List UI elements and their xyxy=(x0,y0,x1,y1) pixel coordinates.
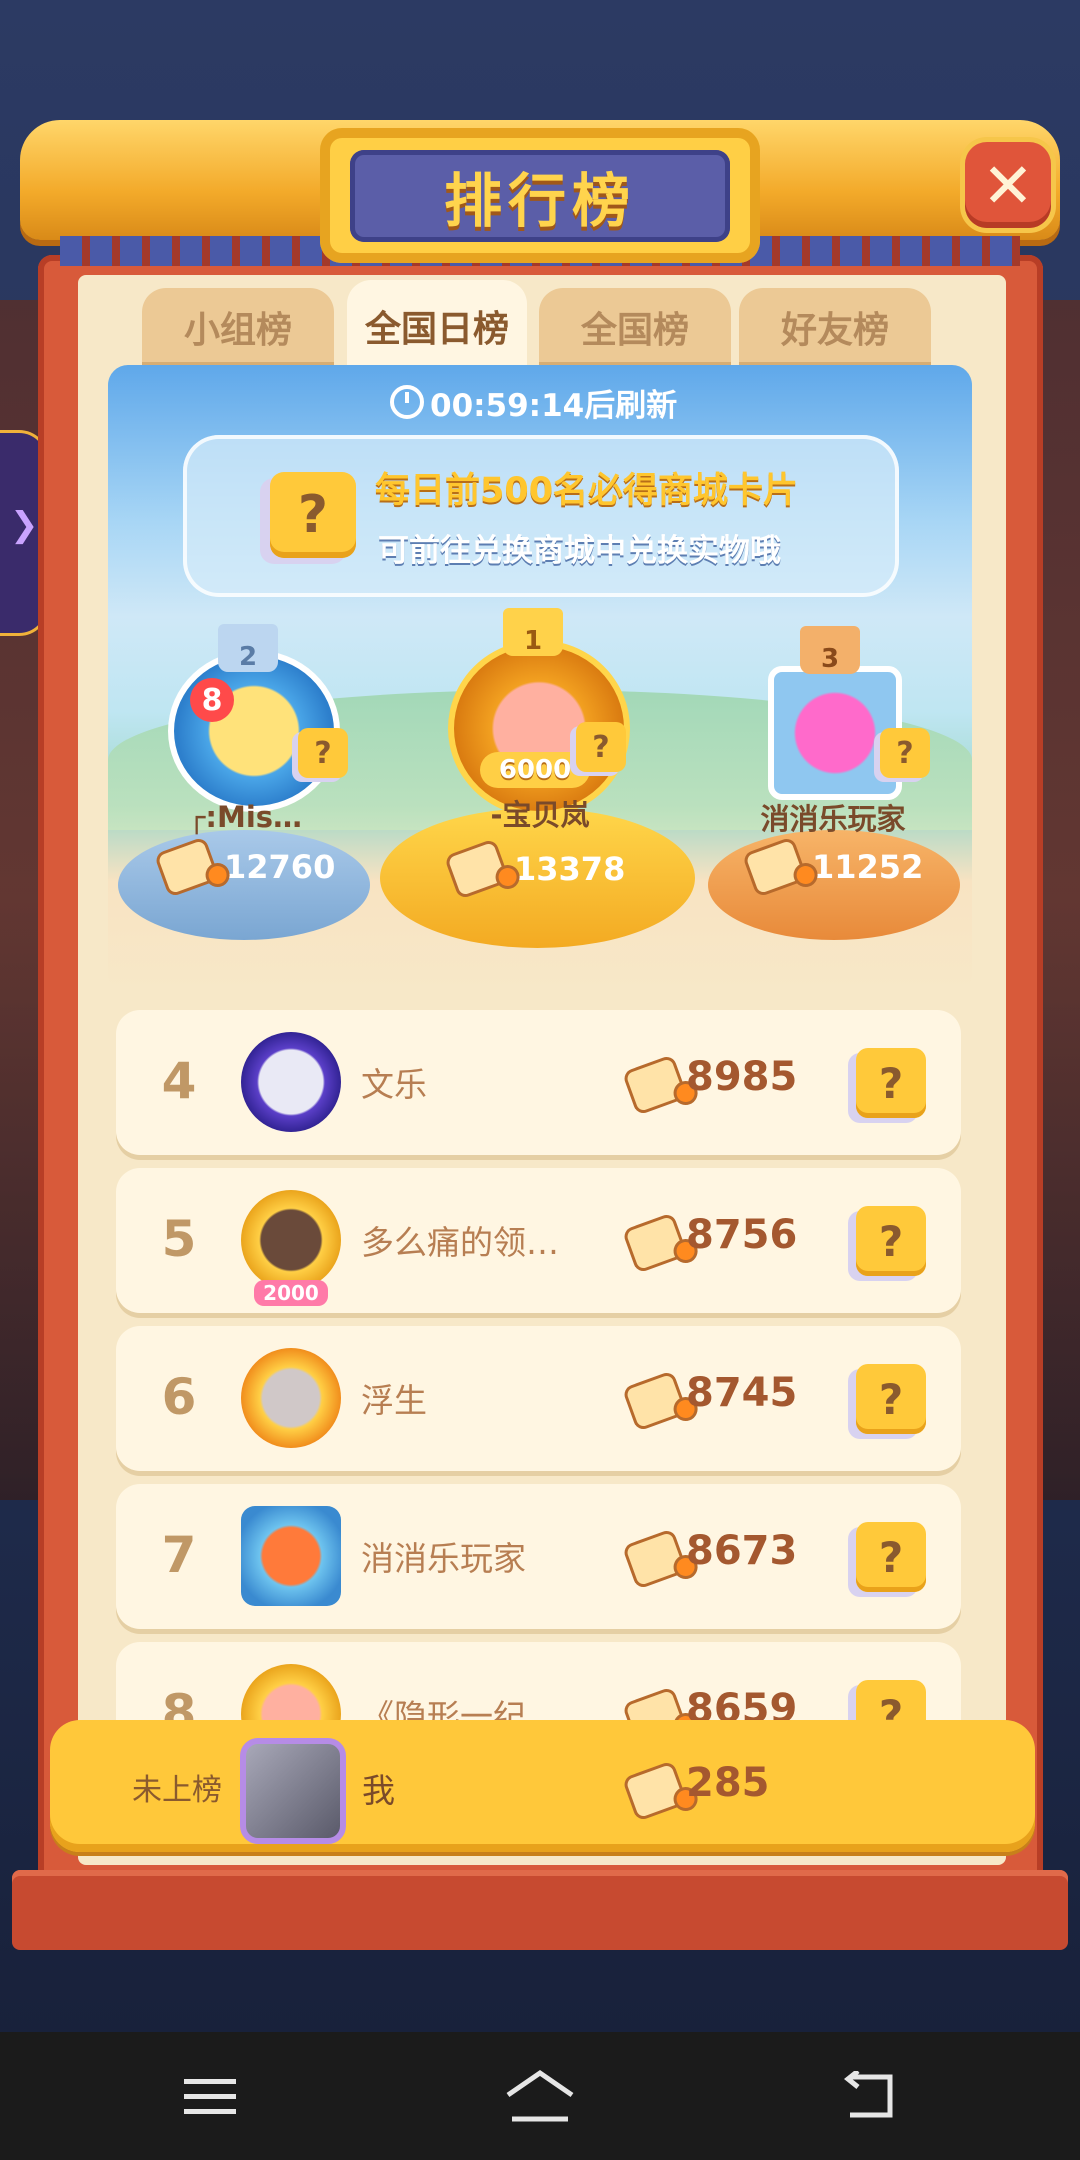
row-rank: 5 xyxy=(161,1210,197,1268)
back-button[interactable] xyxy=(830,2062,910,2132)
refresh-timer: 00:59:14后刷新 xyxy=(390,380,710,424)
my-avatar[interactable] xyxy=(240,1738,346,1844)
rank2-crown: 2 xyxy=(218,624,278,672)
mystery-card-icon: ? xyxy=(270,472,356,558)
my-rank: 未上榜 xyxy=(132,1773,222,1808)
level-badge: 2000 xyxy=(254,1280,328,1306)
list-item[interactable]: 6 浮生 8745 ? xyxy=(116,1326,961,1471)
timer-text: 00:59:14后刷新 xyxy=(430,387,678,424)
tab-group-rank[interactable]: 小组榜 xyxy=(142,288,334,366)
side-arrow-icon[interactable]: ❯ xyxy=(10,505,39,545)
rank3-crown: 3 xyxy=(800,626,860,674)
rank1-crown: 1 xyxy=(503,608,563,656)
score-brush-icon xyxy=(621,1760,689,1822)
back-icon xyxy=(843,2071,893,2118)
tab-national-daily[interactable]: 全国日榜 xyxy=(347,280,527,372)
home-icon xyxy=(506,2069,574,2122)
mystery-card-icon: ? xyxy=(856,1522,926,1592)
row-rank: 6 xyxy=(161,1368,197,1426)
top1-level-badge: 6000 xyxy=(480,752,590,788)
player-name: 消消乐玩家 xyxy=(361,1539,526,1578)
list-item[interactable]: 5 2000 多么痛的领… 8756 ? xyxy=(116,1168,961,1313)
home-button[interactable] xyxy=(500,2062,580,2132)
menu-icon xyxy=(184,2079,236,2114)
mystery-card-icon: ? xyxy=(576,722,626,772)
clock-icon xyxy=(390,385,424,419)
score-brush-icon xyxy=(621,1370,689,1432)
tab-label: 好友榜 xyxy=(780,310,889,351)
mystery-card-icon: ? xyxy=(856,1048,926,1118)
avatar[interactable] xyxy=(241,1190,341,1290)
score-brush-icon xyxy=(741,836,809,898)
banner-subtext: 可前往兑换商城中兑换实物哦 xyxy=(378,533,781,569)
player-score: 8673 xyxy=(686,1528,798,1574)
mystery-card-icon: ? xyxy=(856,1364,926,1434)
row-rank: 4 xyxy=(161,1052,197,1110)
player-name: 文乐 xyxy=(361,1065,427,1104)
tab-label: 全国榜 xyxy=(580,310,689,351)
menu-button[interactable] xyxy=(170,2062,250,2132)
avatar[interactable] xyxy=(241,1506,341,1606)
row-rank: 7 xyxy=(161,1526,197,1584)
top2-name: ┌:Mis… xyxy=(187,800,303,834)
player-score: 8756 xyxy=(686,1212,798,1258)
close-icon: ✕ xyxy=(982,148,1034,222)
score-brush-icon xyxy=(443,838,511,900)
avatar[interactable] xyxy=(241,1032,341,1132)
top1-score: 13378 xyxy=(443,838,625,900)
mystery-card-icon: ? xyxy=(856,1206,926,1276)
my-rank-row[interactable]: 未上榜 我 285 xyxy=(50,1720,1035,1852)
player-score: 8985 xyxy=(686,1054,798,1100)
mystery-card-icon: ? xyxy=(880,728,930,778)
tab-label: 小组榜 xyxy=(183,310,292,351)
title-badge: 排行榜 xyxy=(350,150,730,242)
top2-level-badge: 8 xyxy=(190,678,234,722)
score-brush-icon xyxy=(621,1054,689,1116)
score-brush-icon xyxy=(153,836,221,898)
player-name: 浮生 xyxy=(361,1381,427,1420)
top3-name: 消消乐玩家 xyxy=(760,802,906,836)
tab-national-rank[interactable]: 全国榜 xyxy=(539,288,731,366)
page-title: 排行榜 xyxy=(443,167,636,235)
tab-friends-rank[interactable]: 好友榜 xyxy=(739,288,931,366)
list-item[interactable]: 4 文乐 8985 ? xyxy=(116,1010,961,1155)
my-score: 285 xyxy=(686,1760,770,1806)
list-item[interactable]: 7 消消乐玩家 8673 ? xyxy=(116,1484,961,1629)
tab-label: 全国日榜 xyxy=(364,309,509,350)
close-button[interactable]: ✕ xyxy=(965,142,1051,228)
top3-score: 11252 xyxy=(741,836,923,898)
top2-score: 12760 xyxy=(153,836,335,898)
player-name: 多么痛的领… xyxy=(361,1223,559,1262)
avatar[interactable] xyxy=(241,1348,341,1448)
panel-base xyxy=(12,1870,1068,1950)
banner-headline: 每日前500名必得商城卡片 xyxy=(375,471,799,511)
player-score: 8745 xyxy=(686,1370,798,1416)
score-brush-icon xyxy=(621,1528,689,1590)
mystery-card-icon: ? xyxy=(298,728,348,778)
top1-name: -宝贝岚 xyxy=(490,798,590,832)
score-brush-icon xyxy=(621,1212,689,1274)
my-name: 我 xyxy=(362,1771,395,1810)
system-nav-bar xyxy=(0,2032,1080,2160)
